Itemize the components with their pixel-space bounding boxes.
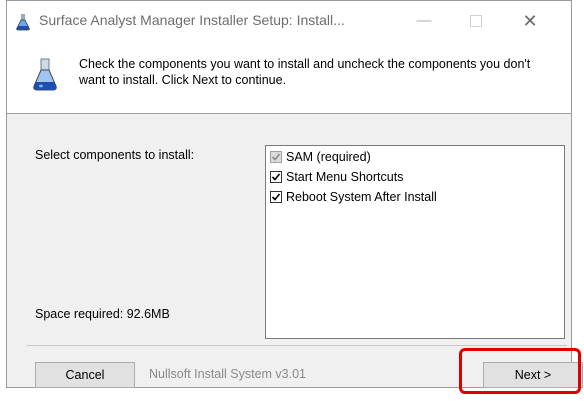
header-panel: Check the components you want to install… xyxy=(7,41,571,114)
next-button-highlight xyxy=(459,348,581,394)
installer-window: Surface Analyst Manager Installer Setup:… xyxy=(6,0,583,388)
component-item-sam: SAM (required) xyxy=(270,148,371,166)
nsis-branding: Nullsoft Install System v3.01 xyxy=(149,367,307,381)
space-required-label: Space required: 92.6MB xyxy=(35,307,170,321)
checkmark-icon xyxy=(271,193,281,201)
window-title: Surface Analyst Manager Installer Setup:… xyxy=(39,12,345,28)
component-item-reboot[interactable]: Reboot System After Install xyxy=(270,188,437,206)
components-list[interactable]: SAM (required) Start Menu Shortcuts Rebo… xyxy=(265,145,565,339)
select-components-label: Select components to install: xyxy=(35,148,195,162)
maximize-button[interactable] xyxy=(453,5,499,37)
installer-flask-icon xyxy=(33,58,57,91)
installer-app-icon xyxy=(16,14,30,31)
component-checkbox-start-menu[interactable] xyxy=(270,171,282,183)
minimize-button[interactable]: — xyxy=(401,5,447,37)
checkmark-icon xyxy=(271,173,281,181)
footer-divider xyxy=(27,345,567,346)
component-item-start-menu[interactable]: Start Menu Shortcuts xyxy=(270,168,403,186)
cancel-button[interactable]: Cancel xyxy=(35,362,135,388)
component-label-start-menu[interactable]: Start Menu Shortcuts xyxy=(286,170,403,184)
title-bar[interactable]: Surface Analyst Manager Installer Setup:… xyxy=(7,1,571,41)
component-checkbox-reboot[interactable] xyxy=(270,191,282,203)
component-checkbox-sam xyxy=(270,151,282,163)
component-label-sam: SAM (required) xyxy=(286,150,371,164)
maximize-icon xyxy=(470,15,482,28)
checkmark-icon xyxy=(271,153,281,161)
header-instructions: Check the components you want to install… xyxy=(79,57,531,87)
close-button[interactable]: ✕ xyxy=(507,5,553,37)
component-label-reboot[interactable]: Reboot System After Install xyxy=(286,190,437,204)
